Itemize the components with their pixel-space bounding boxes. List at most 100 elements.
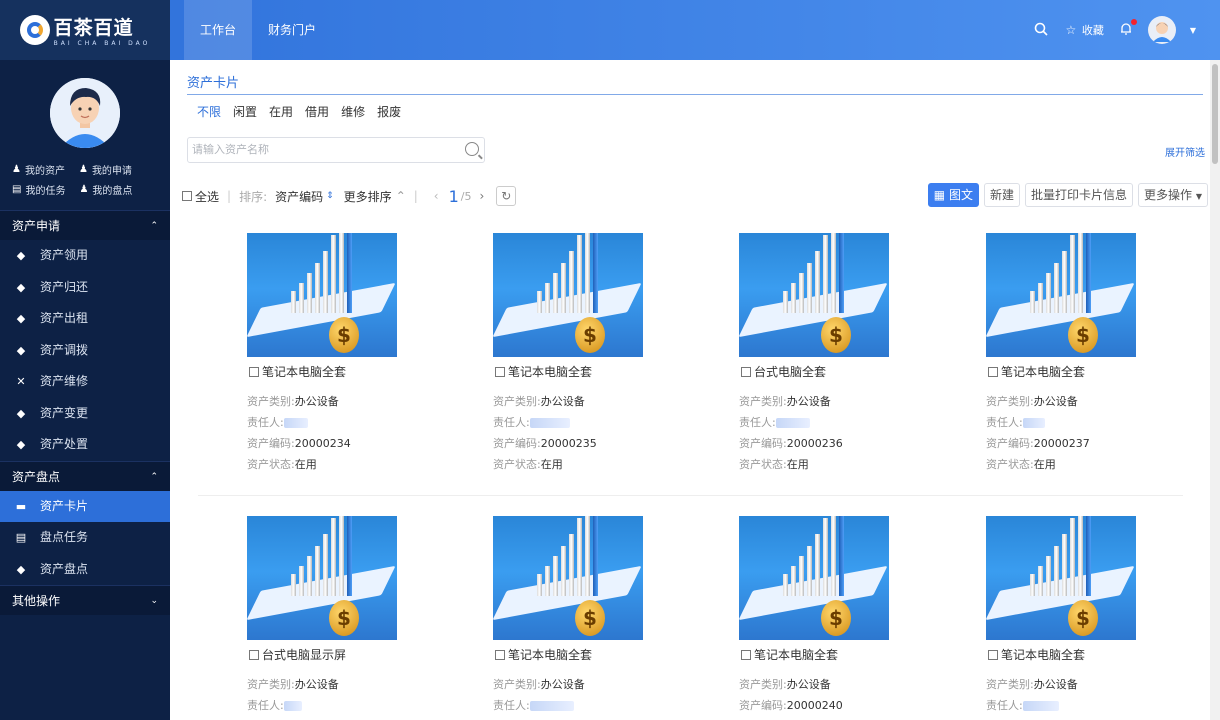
sort-field-button[interactable]: 资产编码 ⇕ xyxy=(275,188,334,205)
checkbox-icon xyxy=(182,191,192,201)
brand-logo[interactable]: 百茶百道 BAI CHA BAI DAO xyxy=(0,0,170,60)
asset-field-row: 资产类别:办公设备 xyxy=(493,678,585,691)
quick-link-my-inventory[interactable]: ♟ 我的盘点 xyxy=(79,182,132,197)
asset-image[interactable]: $ xyxy=(493,233,643,357)
redacted-owner xyxy=(529,418,570,428)
asset-card[interactable]: $ 笔记本电脑全套 资产类别:办公设备 责任人: 资产编码:20000235 资产状态:在… xyxy=(493,233,653,472)
filter-in-use[interactable]: 在用 xyxy=(263,104,299,120)
scrollbar[interactable] xyxy=(1210,60,1220,720)
menu-group-other[interactable]: 其他操作 ⌄ xyxy=(0,585,170,615)
card-checkbox[interactable] xyxy=(988,366,998,377)
asset-field-row: 资产类别:办公设备 xyxy=(739,678,831,691)
card-checkbox[interactable] xyxy=(741,366,751,377)
card-checkbox[interactable] xyxy=(249,366,259,377)
redacted-owner xyxy=(529,701,574,711)
asset-image[interactable]: $ xyxy=(493,516,643,640)
search-icon[interactable] xyxy=(1033,22,1049,38)
view-grid-button[interactable]: ▦ 图文 xyxy=(927,183,979,207)
asset-image[interactable]: $ xyxy=(247,516,397,640)
menu-item-asset-receive[interactable]: ◆ 资产领用 xyxy=(0,240,170,272)
more-sort-button[interactable]: 更多排序 ⌃ xyxy=(344,188,406,205)
logo-mark-icon xyxy=(19,15,50,45)
asset-name[interactable]: 笔记本电脑全套 xyxy=(493,646,653,663)
chevron-down-icon[interactable]: ▼ xyxy=(1190,26,1196,35)
brand-name: 百茶百道 xyxy=(53,17,134,39)
filter-idle[interactable]: 闲置 xyxy=(227,104,263,120)
bell-icon[interactable] xyxy=(1118,19,1137,38)
clipboard-icon: ▤ xyxy=(12,184,22,195)
asset-image[interactable]: $ xyxy=(739,233,889,357)
tab-workbench[interactable]: 工作台 xyxy=(184,0,253,60)
asset-field-row: 责任人: xyxy=(986,415,1146,430)
filter-all[interactable]: 不限 xyxy=(191,104,227,120)
refresh-icon[interactable]: ↻ xyxy=(496,186,517,206)
asset-name[interactable]: 台式电脑显示屏 xyxy=(247,646,407,663)
asset-card[interactable]: $ 台式电脑全套 资产类别:办公设备 责任人: 资产编码:20000236 资产状态:在用 xyxy=(739,233,899,472)
quick-link-my-tasks[interactable]: ▤ 我的任务 xyxy=(12,182,65,197)
wrench-icon: ✕ xyxy=(16,375,26,388)
search-input[interactable]: 请输入资产名称 xyxy=(187,137,485,163)
asset-field-row: 资产编码:20000240 xyxy=(739,699,843,712)
menu-group-asset-request[interactable]: 资产申请 ⌃ xyxy=(0,210,170,240)
asset-image[interactable]: $ xyxy=(247,233,397,357)
asset-card[interactable]: $ 笔记本电脑全套 资产类别:办公设备 责任人: xyxy=(493,516,653,713)
asset-name[interactable]: 笔记本电脑全套 xyxy=(986,363,1146,380)
scrollbar-thumb[interactable] xyxy=(1212,64,1218,164)
asset-card[interactable]: $ 笔记本电脑全套 资产类别:办公设备 责任人: 资产编码:20000234 资产状态:在… xyxy=(247,233,407,472)
card-checkbox[interactable] xyxy=(495,649,505,660)
asset-name[interactable]: 笔记本电脑全套 xyxy=(247,363,407,380)
menu-item-inventory-task[interactable]: ▤ 盘点任务 xyxy=(0,522,170,554)
redacted-owner xyxy=(1022,701,1059,711)
favorites-button[interactable]: ☆ 收藏 xyxy=(1063,22,1103,38)
asset-name[interactable]: 笔记本电脑全套 xyxy=(493,363,653,380)
asset-image[interactable]: $ xyxy=(986,233,1136,357)
user-avatar[interactable] xyxy=(1147,16,1176,44)
menu-item-asset-return[interactable]: ◆ 资产归还 xyxy=(0,272,170,304)
more-operations-button[interactable]: 更多操作 ▼ xyxy=(1138,183,1208,207)
filter-borrowed[interactable]: 借用 xyxy=(299,104,335,120)
next-page-icon[interactable]: › xyxy=(480,189,485,203)
filter-scrapped[interactable]: 报废 xyxy=(371,104,407,120)
expand-filter-link[interactable]: 展开筛选 xyxy=(1165,144,1205,159)
menu-item-asset-change[interactable]: ◆ 资产变更 xyxy=(0,398,170,430)
menu-item-asset-disposal[interactable]: ◆ 资产处置 xyxy=(0,429,170,461)
asset-name[interactable]: 台式电脑全套 xyxy=(739,363,899,380)
quick-link-my-assets[interactable]: ♟ 我的资产 xyxy=(12,162,65,177)
title-divider xyxy=(187,94,1203,95)
asset-card[interactable]: $ 笔记本电脑全套 资产类别:办公设备 责任人: 资产编码:20000237 资产状态:在… xyxy=(986,233,1146,472)
user-check-icon: ♟ xyxy=(79,184,89,195)
profile-avatar[interactable] xyxy=(50,78,120,148)
new-button[interactable]: 新建 xyxy=(983,183,1020,207)
menu-item-asset-repair[interactable]: ✕ 资产维修 xyxy=(0,366,170,398)
card-checkbox[interactable] xyxy=(741,649,751,660)
profile-panel: ♟ 我的资产 ♟ 我的申请 ▤ 我的任务 ♟ 我的盘点 xyxy=(0,60,170,210)
asset-card[interactable]: $ 笔记本电脑全套资产类别:办公设备 资产编码:20000240 xyxy=(739,516,899,713)
asset-name[interactable]: 笔记本电脑全套 xyxy=(986,646,1146,663)
chevron-up-icon: ⌃ xyxy=(395,189,406,203)
select-all-checkbox[interactable]: 全选 xyxy=(182,188,219,205)
chevron-up-icon: ⌃ xyxy=(150,221,158,231)
star-icon: ☆ xyxy=(1065,23,1077,37)
card-checkbox[interactable] xyxy=(249,649,259,660)
menu-item-asset-transfer[interactable]: ◆ 资产调拨 xyxy=(0,335,170,367)
card-checkbox[interactable] xyxy=(988,649,998,660)
menu-item-asset-count[interactable]: ◆ 资产盘点 xyxy=(0,554,170,586)
menu-group-asset-inventory[interactable]: 资产盘点 ⌃ xyxy=(0,460,170,491)
prev-page-icon[interactable]: ‹ xyxy=(434,189,439,203)
quick-link-my-requests[interactable]: ♟ 我的申请 xyxy=(79,162,132,177)
main-content: 资产卡片 不限 闲置 在用 借用 维修 报废 请输入资产名称 展开筛选 全选 |… xyxy=(170,60,1210,720)
asset-name[interactable]: 笔记本电脑全套 xyxy=(739,646,899,663)
filter-repair[interactable]: 维修 xyxy=(335,104,371,120)
menu-item-asset-card[interactable]: ▬ 资产卡片 xyxy=(0,490,170,522)
menu-item-asset-rent[interactable]: ◆ 资产出租 xyxy=(0,303,170,335)
asset-card[interactable]: $ 笔记本电脑全套 资产类别:办公设备 责任人: xyxy=(986,516,1146,713)
asset-image[interactable]: $ xyxy=(739,516,889,640)
search-icon[interactable] xyxy=(465,142,479,156)
tab-finance-portal[interactable]: 财务门户 xyxy=(252,0,332,60)
card-checkbox[interactable] xyxy=(495,366,505,377)
asset-field-row: 责任人: xyxy=(247,698,407,713)
separator: | xyxy=(227,189,232,203)
batch-print-button[interactable]: 批量打印卡片信息 xyxy=(1024,183,1133,207)
asset-image[interactable]: $ xyxy=(986,516,1136,640)
asset-card[interactable]: $ 台式电脑显示屏 资产类别:办公设备 责任人: xyxy=(247,516,407,713)
